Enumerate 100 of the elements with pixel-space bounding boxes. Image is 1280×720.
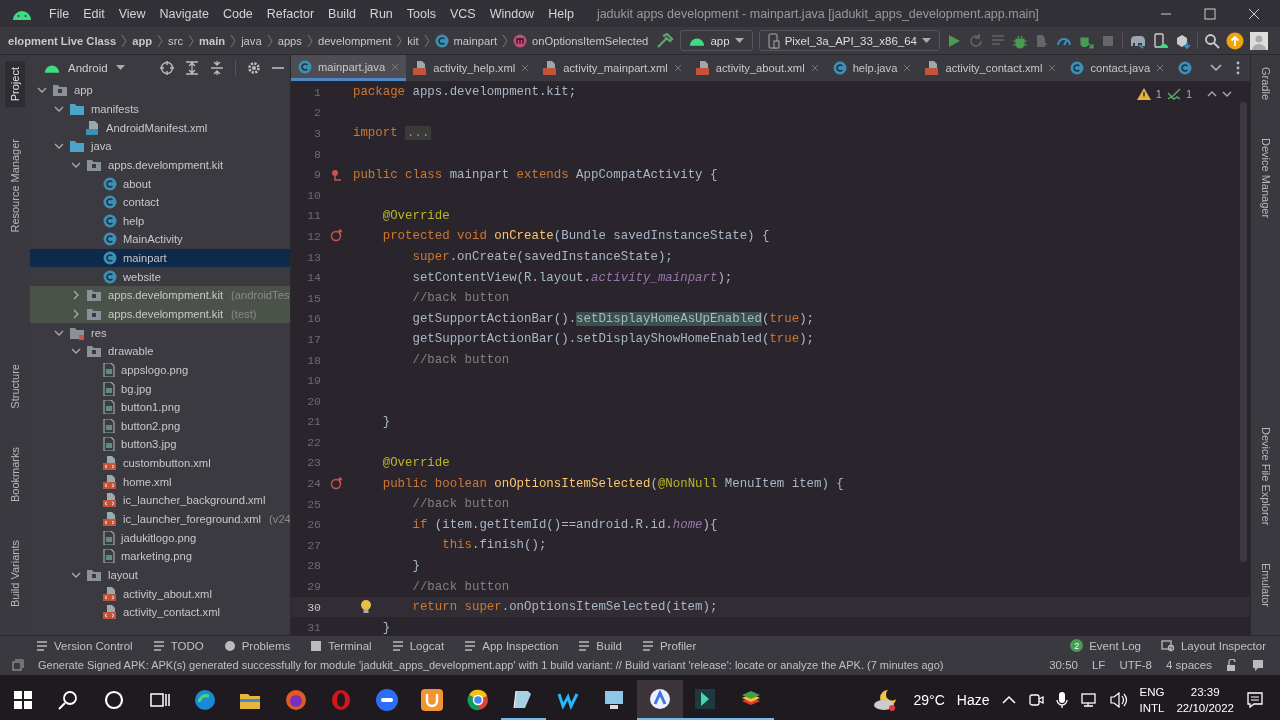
editor-tab[interactable]: mainpart.java bbox=[291, 55, 407, 81]
tool-window-tab[interactable]: Device Manager bbox=[1255, 132, 1276, 225]
language-indicator[interactable]: ENG INTL bbox=[1139, 684, 1165, 716]
tool-window-tab[interactable]: Device File Explorer bbox=[1255, 420, 1276, 531]
tree-item[interactable]: activity_contact.xml bbox=[30, 602, 290, 622]
tree-item[interactable]: apps.develompment.kit bbox=[30, 155, 290, 175]
tool-window-button[interactable]: 2 Event Log bbox=[1070, 639, 1141, 652]
breadcrumb[interactable]: java bbox=[241, 34, 262, 47]
tree-item[interactable]: manifests bbox=[30, 99, 290, 119]
tree-item[interactable]: app bbox=[30, 81, 290, 100]
menu-item[interactable]: Help bbox=[541, 6, 581, 21]
editor-tab[interactable]: activity_help.xml bbox=[406, 55, 537, 81]
breadcrumb[interactable]: kit bbox=[407, 34, 419, 47]
code-line: } bbox=[382, 414, 391, 429]
module-dropdown[interactable]: app bbox=[680, 30, 753, 51]
breadcrumb[interactable]: elopment Live Class bbox=[8, 34, 117, 47]
menu-item[interactable]: View bbox=[111, 6, 153, 21]
tree-item[interactable]: apps.develompment.kit (androidTes bbox=[30, 286, 290, 305]
breadcrumb[interactable]: apps bbox=[277, 34, 302, 47]
menu-item[interactable]: Window bbox=[482, 6, 542, 21]
tree-item[interactable]: mainpart bbox=[30, 248, 290, 268]
line-number: 27 bbox=[306, 538, 321, 552]
code-line: return super.onOptionsItemSelected(item); bbox=[412, 600, 718, 615]
menu-item[interactable]: Code bbox=[215, 6, 260, 21]
breadcrumb[interactable]: onOptionsItemSelected bbox=[513, 33, 649, 48]
tree-item[interactable]: custombutton.xml bbox=[30, 453, 290, 473]
breadcrumb[interactable]: mainpart bbox=[434, 33, 498, 48]
line-number: 14 bbox=[306, 271, 321, 285]
breadcrumb[interactable]: develompment bbox=[317, 34, 392, 47]
tool-window-button[interactable]: Version Control bbox=[36, 639, 133, 652]
tree-item[interactable]: res bbox=[30, 323, 290, 342]
editor-tab[interactable]: activity_mainpart.xml bbox=[536, 55, 689, 81]
code-line: package apps.develompment.kit; bbox=[353, 85, 577, 100]
tool-window-tab[interactable]: Emulator bbox=[1255, 556, 1276, 613]
code-line: //back button bbox=[412, 579, 510, 594]
menu-item[interactable]: Run bbox=[362, 6, 400, 21]
tool-window-tab[interactable]: Structure bbox=[5, 358, 25, 415]
tool-window-tab[interactable]: Gradle bbox=[1255, 61, 1276, 107]
tool-window-button[interactable]: Profiler bbox=[641, 639, 697, 652]
tree-item[interactable]: ic_launcher_foreground.xml (v24 bbox=[30, 509, 290, 529]
tree-item[interactable]: layout bbox=[30, 565, 290, 585]
editor-tab[interactable]: contact.java bbox=[1063, 55, 1172, 81]
tree-item[interactable]: bg.jpg bbox=[30, 379, 290, 398]
editor-tab[interactable]: activity_contact.xml bbox=[918, 55, 1064, 81]
code-line: @Override bbox=[382, 208, 450, 223]
line-number: 19 bbox=[306, 374, 321, 388]
line-number: 31 bbox=[306, 621, 321, 635]
code-line: //back button bbox=[412, 497, 510, 512]
tool-window-button[interactable]: Layout Inspector bbox=[1160, 639, 1266, 652]
tree-item[interactable]: about bbox=[30, 174, 290, 193]
tree-item[interactable]: button2.png bbox=[30, 416, 290, 436]
menu-item[interactable]: Edit bbox=[76, 6, 112, 21]
tool-window-tab[interactable]: Resource Manager bbox=[5, 133, 25, 239]
tree-item[interactable]: button3.jpg bbox=[30, 435, 290, 454]
code-line: public class mainpart extends AppCompatActivity { bbox=[353, 167, 718, 182]
menu-item[interactable]: Navigate bbox=[152, 6, 216, 21]
tree-item[interactable]: home.xml bbox=[30, 472, 290, 492]
file-encoding[interactable]: UTF-8 bbox=[1119, 659, 1152, 671]
temperature[interactable]: 29°C bbox=[913, 692, 945, 708]
cursor-position[interactable]: 30:50 bbox=[1049, 659, 1078, 671]
tool-window-button[interactable]: Logcat bbox=[391, 639, 445, 652]
tool-window-button[interactable]: Build bbox=[578, 639, 622, 652]
line-separator[interactable]: LF bbox=[1091, 659, 1106, 671]
breadcrumb[interactable]: src bbox=[168, 34, 183, 47]
line-number: 2 bbox=[313, 106, 321, 120]
breadcrumb[interactable]: main bbox=[199, 34, 226, 47]
tool-window-tab[interactable]: Project bbox=[5, 61, 25, 108]
tool-window-button[interactable]: TODO bbox=[152, 639, 204, 652]
menu-item[interactable]: Build bbox=[321, 6, 363, 21]
tool-window-tab[interactable]: Build Variants bbox=[5, 533, 25, 613]
tree-item[interactable]: MainActivity bbox=[30, 230, 290, 249]
editor-tab[interactable]: activity_about.xml bbox=[688, 55, 826, 81]
tree-item[interactable]: website bbox=[30, 267, 290, 287]
tree-item[interactable]: AndroidManifest.xml bbox=[30, 118, 290, 137]
menu-item[interactable]: Refactor bbox=[259, 6, 322, 21]
menu-item[interactable]: Tools bbox=[399, 6, 443, 21]
clock[interactable]: 23:39 22/10/2022 bbox=[1176, 684, 1234, 716]
tool-window-button[interactable]: Terminal bbox=[310, 639, 372, 652]
tree-item[interactable]: appslogo.png bbox=[30, 360, 290, 380]
tool-window-tab[interactable]: Bookmarks bbox=[5, 440, 25, 508]
weather-condition[interactable]: Haze bbox=[956, 692, 990, 708]
tree-item[interactable]: button1.png bbox=[30, 397, 290, 417]
breadcrumb[interactable]: app bbox=[132, 34, 153, 47]
line-number: 18 bbox=[306, 353, 321, 367]
tree-item[interactable]: activity_about.xml bbox=[30, 584, 290, 603]
tree-item[interactable]: jadukitlogo.png bbox=[30, 528, 290, 547]
device-dropdown[interactable]: Pixel_3a_API_33_x86_64 bbox=[758, 30, 940, 51]
indent-setting[interactable]: 4 spaces bbox=[1165, 659, 1212, 671]
tree-item[interactable]: drawable bbox=[30, 341, 290, 361]
editor-tab[interactable]: help.java bbox=[825, 55, 919, 81]
tree-item[interactable]: help bbox=[30, 211, 290, 231]
tree-item[interactable]: java bbox=[30, 136, 290, 156]
menu-item[interactable]: File bbox=[42, 6, 77, 21]
tool-window-button[interactable]: App Inspection bbox=[464, 639, 559, 652]
tree-item[interactable]: contact bbox=[30, 192, 290, 212]
tree-item[interactable]: ic_launcher_background.xml bbox=[30, 491, 290, 510]
view-dropdown[interactable]: Android bbox=[40, 57, 129, 79]
tool-window-button[interactable]: Problems bbox=[223, 639, 291, 652]
menu-item[interactable]: VCS bbox=[443, 6, 483, 21]
tree-item[interactable]: marketing.png bbox=[30, 547, 290, 566]
